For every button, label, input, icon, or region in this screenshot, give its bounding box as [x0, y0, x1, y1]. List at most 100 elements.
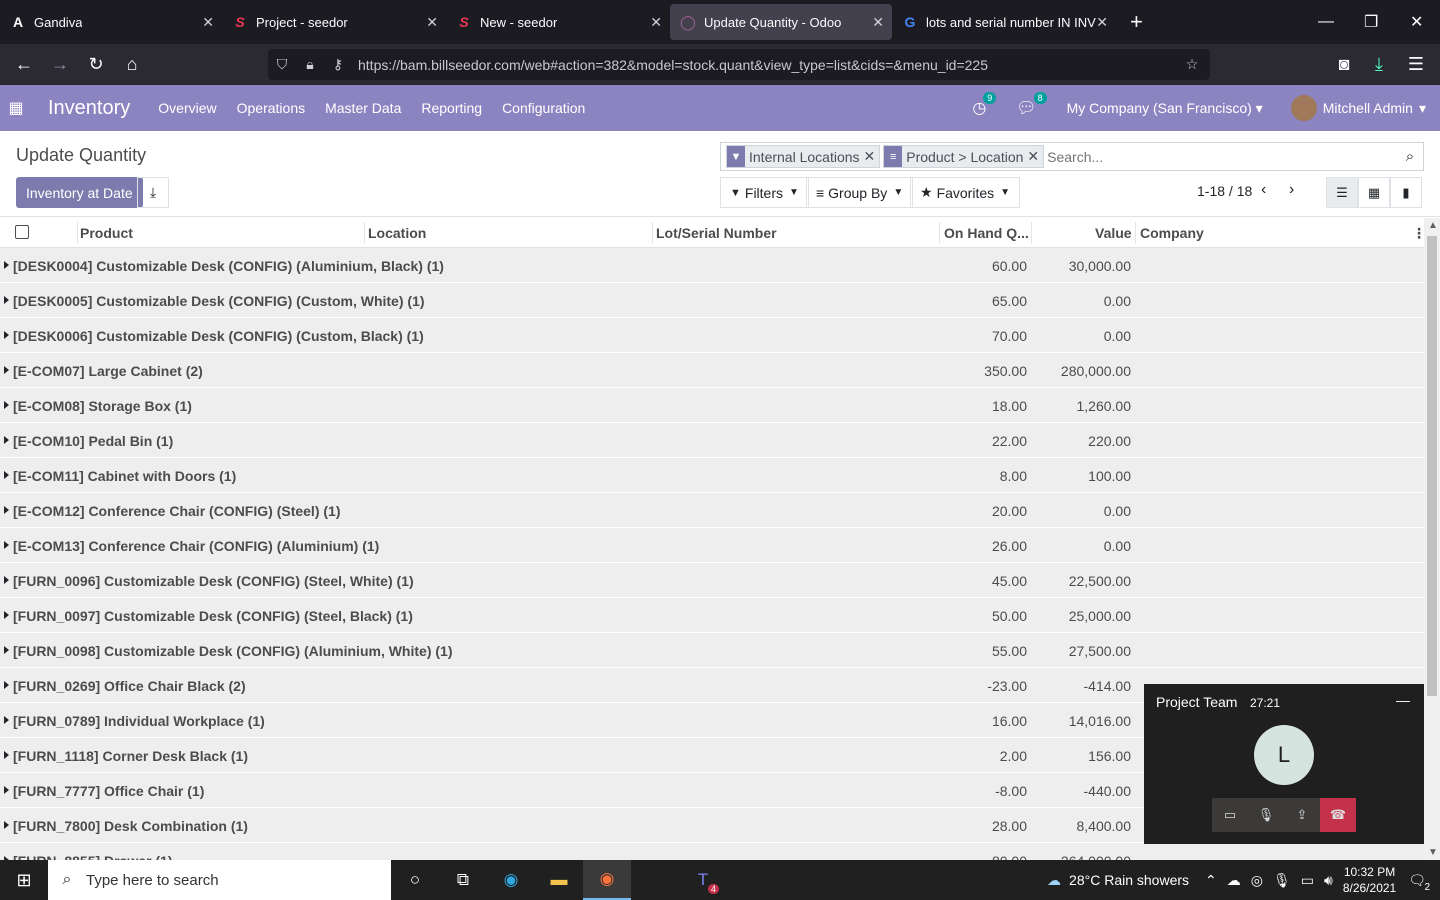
app-title[interactable]: Inventory [48, 97, 130, 120]
pivot-view-icon[interactable]: ▦ [1358, 177, 1390, 208]
group-row[interactable]: [FURN_0097] Customizable Desk (CONFIG) (… [0, 598, 1424, 633]
inventory-at-date-button[interactable]: Inventory at Date [16, 177, 143, 208]
search-icon[interactable]: ⌕ [1397, 148, 1423, 165]
reload-icon[interactable]: ↻ [78, 54, 114, 75]
new-tab-icon[interactable]: + [1130, 9, 1143, 35]
user-menu[interactable]: Mitchell Admin ▾ [1290, 95, 1426, 121]
close-tab-icon[interactable]: ✕ [872, 14, 884, 31]
group-row[interactable]: [FURN_0096] Customizable Desk (CONFIG) (… [0, 563, 1424, 598]
menu-overview[interactable]: Overview [158, 100, 216, 116]
pager-value[interactable]: 1-18 / 18 [1197, 183, 1252, 199]
firefox-icon[interactable]: ◉ [583, 860, 631, 900]
favorites-dropdown[interactable]: ★ Favorites ▼ [910, 177, 1021, 208]
group-row[interactable]: [DESK0006] Customizable Desk (CONFIG) (C… [0, 318, 1424, 353]
bookmark-star-icon[interactable]: ☆ [1178, 56, 1206, 73]
group-row[interactable]: [E-COM07] Large Cabinet (2) 350.00 280,000… [0, 353, 1424, 388]
camera-off-icon[interactable]: ▭ [1212, 798, 1248, 832]
chevron-up-icon[interactable]: ⌃ [1205, 872, 1217, 889]
taskbar-search[interactable]: ⌕ Type here to search [48, 860, 391, 900]
share-screen-icon[interactable]: ⇪ [1284, 798, 1320, 832]
minimize-icon[interactable]: — [1396, 692, 1410, 708]
weather-text[interactable]: 28°C Rain showers [1069, 872, 1189, 888]
column-on-hand-quantity[interactable]: On Hand Q... [944, 218, 1029, 248]
browser-tab-update-quantity[interactable]: ◯ Update Quantity - Odoo ✕ [670, 4, 892, 40]
group-row[interactable]: [E-COM08] Storage Box (1) 18.00 1,260.00 [0, 388, 1424, 423]
column-value[interactable]: Value [1095, 218, 1132, 248]
column-location[interactable]: Location [368, 218, 426, 248]
scroll-down-icon[interactable]: ▼ [1428, 847, 1438, 858]
close-tab-icon[interactable]: ✕ [650, 14, 662, 31]
microphone-icon[interactable]: 🎙︎ [1273, 872, 1291, 889]
pager-previous-icon[interactable]: ‹ [1261, 181, 1266, 199]
browser-tab-google[interactable]: G lots and serial number IN INVEN ✕ [892, 4, 1116, 40]
company-switcher[interactable]: My Company (San Francisco) ▾ [1067, 100, 1263, 117]
url-text[interactable]: https://bam.billseedor.com/web#action=38… [358, 57, 988, 73]
edge-icon[interactable]: ◉ [487, 860, 535, 900]
close-tab-icon[interactable]: ✕ [426, 14, 438, 31]
menu-configuration[interactable]: Configuration [502, 100, 585, 116]
hang-up-icon[interactable]: ☎︎ [1320, 798, 1356, 832]
group-row[interactable]: [FURN_0098] Customizable Desk (CONFIG) (… [0, 633, 1424, 668]
column-product[interactable]: Product [80, 218, 133, 248]
home-icon[interactable]: ⌂ [114, 54, 150, 75]
teams-icon[interactable]: T4 [679, 860, 727, 900]
list-view-icon[interactable]: ☰ [1326, 177, 1358, 208]
menu-icon[interactable]: ☰ [1398, 54, 1434, 75]
teams-call-window[interactable]: Project Team 27:21 — L ▭ 🎙︎ ⇪ ☎︎ [1144, 684, 1424, 844]
minimize-icon[interactable]: — [1318, 0, 1334, 44]
weather-icon[interactable]: ☁ [1047, 872, 1061, 889]
browser-tab-project-seedor[interactable]: S Project - seedor ✕ [222, 4, 446, 40]
close-window-icon[interactable]: ✕ [1410, 0, 1423, 44]
group-row[interactable]: [DESK0005] Customizable Desk (CONFIG) (C… [0, 283, 1424, 318]
cortana-icon[interactable]: ○ [391, 860, 439, 900]
group-row[interactable]: [FURN_8855] Drawer (1) 80.00 264,000.00 [0, 843, 1424, 860]
pager-next-icon[interactable]: › [1289, 181, 1294, 199]
messaging-button[interactable]: 💬︎ 8 [1016, 92, 1047, 118]
mic-off-icon[interactable]: 🎙︎ [1248, 798, 1284, 832]
clock[interactable]: 10:32 PM 8/26/2021 [1343, 864, 1396, 896]
groupby-dropdown[interactable]: ≡ Group By ▼ [806, 177, 914, 208]
restore-icon[interactable]: ❐ [1364, 0, 1378, 44]
forward-icon[interactable]: → [42, 54, 78, 75]
apps-menu-icon[interactable]: ▦ [0, 98, 32, 118]
group-row[interactable]: [E-COM13] Conference Chair (CONFIG) (Alu… [0, 528, 1424, 563]
pocket-icon[interactable]: ◙ [1326, 54, 1362, 75]
windows-start-icon[interactable]: ⊞ [0, 870, 48, 891]
group-row[interactable]: [E-COM12] Conference Chair (CONFIG) (Ste… [0, 493, 1424, 528]
volume-icon[interactable]: 🔊︎ [1324, 872, 1333, 889]
key-icon[interactable]: ⚷ [324, 56, 352, 73]
group-row[interactable]: [E-COM10] Pedal Bin (1) 22.00 220.00 [0, 423, 1424, 458]
menu-master-data[interactable]: Master Data [325, 100, 401, 116]
file-explorer-icon[interactable]: ▬ [535, 860, 583, 900]
browser-tab-gandiva[interactable]: A Gandiva ✕ [0, 4, 222, 40]
select-all-checkbox[interactable] [15, 225, 29, 239]
scroll-up-icon[interactable]: ▲ [1428, 220, 1438, 231]
column-company[interactable]: Company [1140, 218, 1204, 248]
webcam-icon[interactable]: ◎ [1251, 872, 1263, 889]
scrollbar[interactable]: ▲ ▼ [1424, 218, 1440, 860]
group-row[interactable]: [DESK0004] Customizable Desk (CONFIG) (A… [0, 248, 1424, 283]
download-icon[interactable]: ⤓ [1361, 54, 1397, 75]
column-lot-serial[interactable]: Lot/Serial Number [656, 218, 777, 248]
menu-operations[interactable]: Operations [237, 100, 305, 116]
lock-icon[interactable]: 🔒︎ [296, 56, 324, 73]
filters-dropdown[interactable]: ▼ Filters ▼ [720, 177, 809, 208]
network-icon[interactable]: ▭ [1301, 872, 1314, 889]
url-bar[interactable]: ⛉ 🔒︎ ⚷ https://bam.billseedor.com/web#ac… [268, 49, 1210, 80]
close-tab-icon[interactable]: ✕ [202, 14, 214, 31]
close-tab-icon[interactable]: ✕ [1096, 14, 1108, 31]
onedrive-icon[interactable]: ☁ [1227, 872, 1241, 889]
graph-view-icon[interactable]: ▮ [1390, 177, 1422, 208]
export-button[interactable]: ⤓ [137, 177, 169, 208]
shield-icon[interactable]: ⛉ [268, 56, 296, 73]
browser-tab-new-seedor[interactable]: S New - seedor ✕ [446, 4, 670, 40]
back-icon[interactable]: ← [6, 54, 42, 75]
scroll-thumb[interactable] [1427, 236, 1437, 696]
optional-columns-icon[interactable]: ⋮ [1412, 218, 1424, 248]
search-input[interactable] [1047, 148, 1397, 165]
notifications-icon[interactable]: 🗨︎ 2 [1408, 872, 1430, 893]
remove-facet-icon[interactable]: ✕ [1027, 148, 1043, 165]
task-view-icon[interactable]: ⧉ [439, 860, 487, 900]
remove-facet-icon[interactable]: ✕ [864, 148, 880, 165]
menu-reporting[interactable]: Reporting [421, 100, 482, 116]
